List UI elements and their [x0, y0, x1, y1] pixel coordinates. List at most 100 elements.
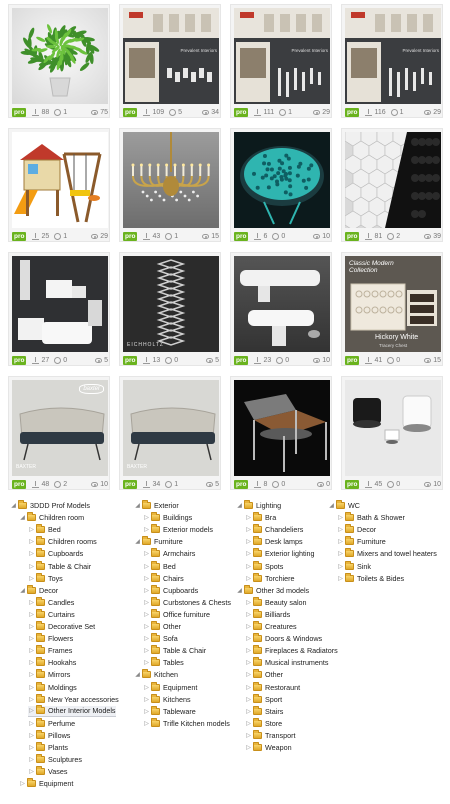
model-thumbnail[interactable]: Prevalent Interiors	[345, 8, 441, 104]
card-table[interactable]: pro 6 0 10	[230, 128, 332, 242]
tree-item[interactable]: ▷ Office furniture	[143, 608, 210, 620]
tree-item[interactable]: ▷ Bed	[28, 524, 61, 535]
expand-arrow-icon[interactable]: ▷	[337, 563, 344, 570]
model-thumbnail[interactable]: Classic Modern Collection Hickory White …	[345, 256, 441, 352]
expand-arrow-icon[interactable]: ▷	[28, 659, 35, 666]
tree-item[interactable]: ◢ Children room	[19, 512, 84, 523]
expand-arrow-icon[interactable]: ▷	[28, 538, 35, 545]
expand-arrow-icon[interactable]: ▷	[245, 635, 252, 642]
expand-arrow-icon[interactable]: ▷	[245, 563, 252, 570]
tree-item[interactable]: ▷ Frames	[28, 645, 72, 656]
expand-arrow-icon[interactable]: ▷	[245, 684, 252, 691]
card-playground[interactable]: pro 25 1 29	[8, 128, 110, 242]
expand-arrow-icon[interactable]: ▷	[337, 538, 344, 545]
tree-item[interactable]: ▷ Toilets & Bides	[337, 572, 404, 584]
card-sinks[interactable]: pro 23 0 10	[230, 252, 332, 366]
expand-arrow-icon[interactable]: ▷	[28, 732, 35, 739]
tree-item[interactable]: ▷ Torchiere	[245, 572, 295, 584]
expand-arrow-icon[interactable]: ▷	[245, 647, 252, 654]
tree-item[interactable]: ▷ Chandeliers	[245, 524, 303, 535]
expand-arrow-icon[interactable]: ▷	[337, 550, 344, 557]
collapse-arrow-icon[interactable]: ◢	[134, 538, 141, 545]
tree-item[interactable]: ▷ Creatures	[245, 621, 297, 632]
card-chest[interactable]: Classic Modern Collection Hickory White …	[341, 252, 443, 366]
tree-item[interactable]: ◢ Exterior	[134, 500, 179, 511]
card-bath[interactable]: pro 27 0 5	[8, 252, 110, 366]
expand-arrow-icon[interactable]: ▷	[28, 684, 35, 691]
tree-item[interactable]: ▷ Vases	[28, 766, 67, 777]
tree-item[interactable]: ▷ Sculptures	[28, 754, 82, 765]
expand-arrow-icon[interactable]: ▷	[143, 599, 150, 606]
model-thumbnail[interactable]	[12, 256, 108, 352]
tree-item[interactable]: ▷ Trifle Kitchen models	[143, 717, 230, 729]
tree-item[interactable]: ▷ Perfume	[28, 717, 75, 729]
tree-item[interactable]: ◢ Other 3d models	[236, 584, 309, 596]
expand-arrow-icon[interactable]: ▷	[337, 575, 344, 582]
tree-item[interactable]: ▷ Other	[143, 621, 181, 632]
collapse-arrow-icon[interactable]: ◢	[236, 502, 243, 509]
expand-arrow-icon[interactable]: ▷	[28, 526, 35, 533]
tree-item[interactable]: ▷ Stairs	[245, 705, 283, 717]
expand-arrow-icon[interactable]: ▷	[28, 756, 35, 763]
card-lamps[interactable]: pro 45 0 10	[341, 376, 443, 490]
model-thumbnail[interactable]: Prevalent Interiors	[123, 8, 219, 104]
expand-arrow-icon[interactable]: ▷	[245, 671, 252, 678]
card-interior-1[interactable]: Prevalent Interiors pro 109 5 34	[119, 4, 221, 118]
card-chair[interactable]: pro 8 0 0	[230, 376, 332, 490]
model-thumbnail[interactable]	[234, 380, 330, 476]
tree-item[interactable]: ◢ Decor	[19, 584, 58, 596]
expand-arrow-icon[interactable]: ▷	[143, 659, 150, 666]
expand-arrow-icon[interactable]: ▷	[143, 684, 150, 691]
tree-item[interactable]: ▷ Bath & Shower	[337, 512, 405, 523]
tree-item[interactable]: ▷ Doors & Windows	[245, 633, 322, 644]
card-chandelier[interactable]: pro 43 1 15	[119, 128, 221, 242]
expand-arrow-icon[interactable]: ▷	[143, 696, 150, 703]
expand-arrow-icon[interactable]: ▷	[28, 707, 35, 714]
tree-item[interactable]: ▷ Plants	[28, 742, 68, 753]
expand-arrow-icon[interactable]: ▷	[143, 708, 150, 715]
tree-item[interactable]: ▷ Restoraunt	[245, 681, 300, 693]
expand-arrow-icon[interactable]: ▷	[245, 526, 252, 533]
expand-arrow-icon[interactable]: ▷	[337, 514, 344, 521]
expand-arrow-icon[interactable]: ▷	[143, 575, 150, 582]
tree-item[interactable]: ▷ Moldings	[28, 681, 77, 693]
tree-item[interactable]: ▷ Tableware	[143, 705, 196, 717]
expand-arrow-icon[interactable]: ▷	[28, 611, 35, 618]
collapse-arrow-icon[interactable]: ◢	[328, 502, 335, 509]
expand-arrow-icon[interactable]: ▷	[245, 550, 252, 557]
tree-item[interactable]: ◢ Kitchen	[134, 669, 178, 680]
tree-item[interactable]: ▷ Kitchens	[143, 693, 191, 705]
model-thumbnail[interactable]: Prevalent Interiors	[234, 8, 330, 104]
tree-item[interactable]: ▷ Fireplaces & Radiators	[245, 645, 338, 656]
expand-arrow-icon[interactable]: ▷	[28, 647, 35, 654]
tree-item[interactable]: ▷ Desk lamps	[245, 536, 303, 547]
card-interior-2[interactable]: Prevalent Interiors pro 111 1 29	[230, 4, 332, 118]
tree-item[interactable]: ▷ Tables	[143, 657, 184, 668]
tree-item[interactable]: ▷ Table & Chair	[28, 560, 91, 572]
tree-item[interactable]: ▷ Table & Chair	[143, 645, 206, 656]
tree-item[interactable]: ▷ Bed	[143, 560, 176, 572]
model-thumbnail[interactable]	[123, 132, 219, 228]
tree-item[interactable]: ▷ Curtains	[28, 608, 75, 620]
expand-arrow-icon[interactable]: ▷	[245, 599, 252, 606]
model-thumbnail[interactable]	[12, 132, 108, 228]
expand-arrow-icon[interactable]: ▷	[28, 575, 35, 582]
tree-item[interactable]: ▷ Store	[245, 717, 282, 729]
expand-arrow-icon[interactable]: ▷	[143, 611, 150, 618]
tree-item[interactable]: ▷ Chairs	[143, 572, 184, 584]
expand-arrow-icon[interactable]: ▷	[28, 550, 35, 557]
expand-arrow-icon[interactable]: ▷	[143, 647, 150, 654]
model-thumbnail[interactable]: EICHHOLTZ	[123, 256, 219, 352]
tree-item[interactable]: ▷ Buildings	[143, 512, 192, 523]
tree-item[interactable]: ▷ Hookahs	[28, 657, 76, 668]
expand-arrow-icon[interactable]: ▷	[143, 550, 150, 557]
expand-arrow-icon[interactable]: ▷	[28, 623, 35, 630]
expand-arrow-icon[interactable]: ▷	[143, 514, 150, 521]
expand-arrow-icon[interactable]: ▷	[143, 563, 150, 570]
model-thumbnail[interactable]	[345, 380, 441, 476]
tree-item[interactable]: ▷ Other	[245, 669, 283, 680]
tree-item[interactable]: ◢ Lighting	[236, 500, 281, 511]
expand-arrow-icon[interactable]: ▷	[245, 696, 252, 703]
card-tiles[interactable]: pro 81 2 39	[341, 128, 443, 242]
tree-item[interactable]: ◢ 3DDD Prof Models	[10, 500, 90, 511]
